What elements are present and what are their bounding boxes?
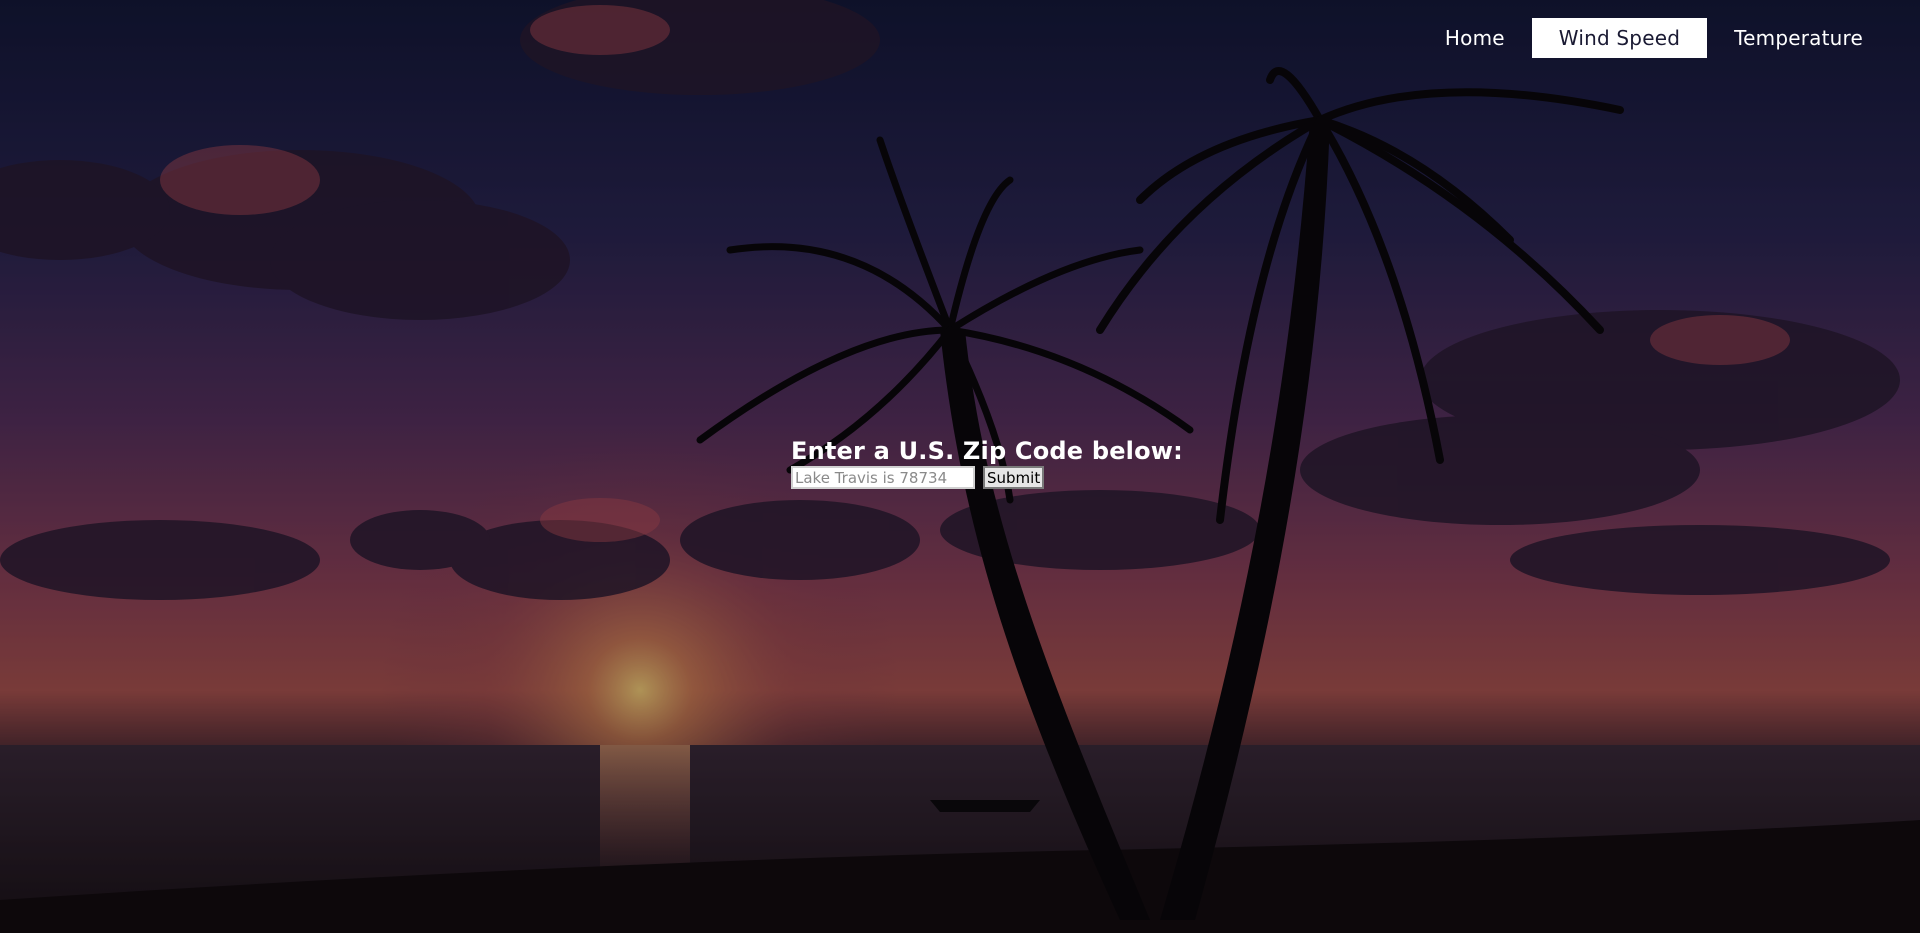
- submit-button[interactable]: Submit: [983, 466, 1045, 489]
- nav-wind-speed-link[interactable]: Wind Speed: [1531, 18, 1708, 58]
- zip-form: Enter a U.S. Zip Code below: Submit: [791, 437, 1183, 489]
- nav-home-link[interactable]: Home: [1418, 18, 1532, 58]
- nav-temperature-link[interactable]: Temperature: [1707, 18, 1890, 58]
- form-title: Enter a U.S. Zip Code below:: [791, 437, 1183, 465]
- zip-code-input[interactable]: [791, 466, 975, 489]
- form-row: Submit: [791, 466, 1183, 489]
- top-nav: Home Wind Speed Temperature: [1418, 18, 1890, 58]
